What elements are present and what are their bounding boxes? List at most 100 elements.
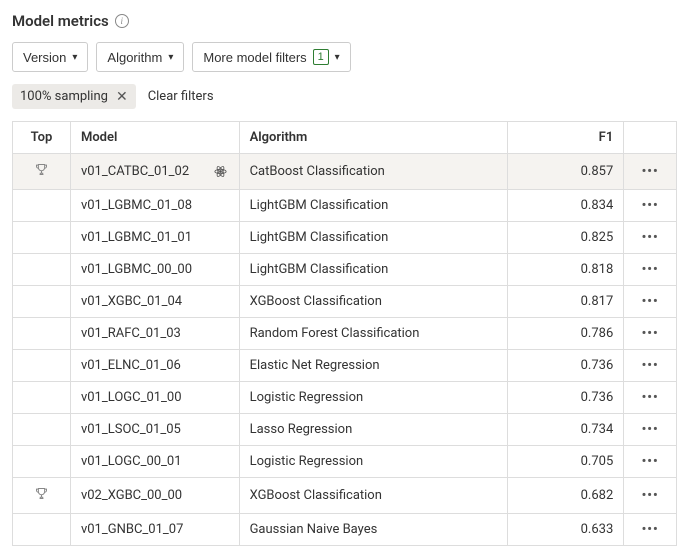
cell-f1: 0.825 — [508, 222, 624, 254]
cell-top — [13, 478, 71, 514]
cell-f1: 0.857 — [508, 154, 624, 190]
cell-algorithm: Lasso Regression — [239, 414, 508, 446]
more-filters-count-badge: 1 — [313, 49, 329, 65]
more-actions-icon[interactable]: ••• — [642, 230, 659, 245]
cell-f1: 0.734 — [508, 414, 624, 446]
cell-f1: 0.705 — [508, 446, 624, 478]
more-actions-icon[interactable]: ••• — [642, 294, 659, 309]
cell-model[interactable]: v01_CATBC_01_02 — [70, 154, 239, 190]
cell-algorithm: LightGBM Classification — [239, 190, 508, 222]
sampling-chip[interactable]: 100% sampling ✕ — [12, 84, 136, 109]
cell-actions: ••• — [624, 414, 677, 446]
more-actions-icon[interactable]: ••• — [642, 358, 659, 373]
cell-f1: 0.786 — [508, 318, 624, 350]
model-name: v01_XGBC_01_04 — [81, 294, 182, 309]
cell-f1: 0.736 — [508, 350, 624, 382]
table-row[interactable]: v01_ELNC_01_06Elastic Net Regression0.73… — [13, 350, 677, 382]
cell-top — [13, 382, 71, 414]
col-header-model[interactable]: Model — [70, 122, 239, 154]
cell-model[interactable]: v01_ELNC_01_06 — [70, 350, 239, 382]
page-title: Model metrics — [12, 12, 109, 30]
more-actions-icon[interactable]: ••• — [642, 198, 659, 213]
info-icon[interactable]: i — [115, 14, 129, 28]
cell-top — [13, 222, 71, 254]
more-actions-icon[interactable]: ••• — [642, 422, 659, 437]
model-name: v01_ELNC_01_06 — [81, 358, 181, 373]
cell-algorithm: CatBoost Classification — [239, 154, 508, 190]
more-filters-label: More model filters — [203, 50, 306, 65]
table-row[interactable]: v01_LGBMC_01_08LightGBM Classification0.… — [13, 190, 677, 222]
cell-algorithm: Logistic Regression — [239, 446, 508, 478]
model-name: v01_CATBC_01_02 — [81, 164, 189, 179]
table-row[interactable]: v02_XGBC_00_00 XGBoost Classification0.68… — [13, 478, 677, 514]
table-row[interactable]: v01_XGBC_01_04XGBoost Classification0.81… — [13, 286, 677, 318]
table-row[interactable]: v01_LGBMC_01_01LightGBM Classification0.… — [13, 222, 677, 254]
cell-top — [13, 514, 71, 546]
cell-model[interactable]: v01_LGBMC_01_01 — [70, 222, 239, 254]
table-row[interactable]: v01_CATBC_01_02 CatBoost Classification0.… — [13, 154, 677, 190]
col-header-algorithm[interactable]: Algorithm — [239, 122, 508, 154]
algorithm-filter-button[interactable]: Algorithm ▾ — [96, 42, 184, 72]
col-header-f1[interactable]: F1 — [508, 122, 624, 154]
table-row[interactable]: v01_LOGC_00_01 Logistic Regression0.705 ••… — [13, 446, 677, 478]
more-filters-button[interactable]: More model filters 1 ▾ — [192, 42, 350, 72]
cell-algorithm: LightGBM Classification — [239, 222, 508, 254]
cell-algorithm: XGBoost Classification — [239, 478, 508, 514]
cell-actions: ••• — [624, 478, 677, 514]
col-header-actions — [624, 122, 677, 154]
more-actions-icon[interactable]: ••• — [642, 262, 659, 277]
cell-model[interactable]: v01_LOGC_00_01 — [70, 446, 239, 478]
table-row[interactable]: v01_RAFC_01_03Random Forest Classificati… — [13, 318, 677, 350]
cell-actions: ••• — [624, 286, 677, 318]
cell-f1: 0.818 — [508, 254, 624, 286]
table-row[interactable]: v01_LOGC_01_00Logistic Regression0.736••… — [13, 382, 677, 414]
cell-model[interactable]: v01_XGBC_01_04 — [70, 286, 239, 318]
cell-model[interactable]: v01_LOGC_01_00 — [70, 382, 239, 414]
cell-actions: ••• — [624, 514, 677, 546]
cell-top — [13, 318, 71, 350]
more-actions-icon[interactable]: ••• — [642, 164, 659, 179]
cell-actions: ••• — [624, 446, 677, 478]
chevron-down-icon: ▾ — [168, 52, 173, 63]
cell-actions: ••• — [624, 190, 677, 222]
model-name: v01_LOGC_00_01 — [81, 454, 182, 469]
more-actions-icon[interactable]: ••• — [642, 390, 659, 405]
atom-icon[interactable] — [213, 164, 229, 180]
cell-top — [13, 286, 71, 318]
more-actions-icon[interactable]: ••• — [642, 454, 659, 469]
cell-algorithm: Random Forest Classification — [239, 318, 508, 350]
cell-top — [13, 190, 71, 222]
model-name: v01_GNBC_01_07 — [81, 522, 183, 537]
col-header-top[interactable]: Top — [13, 122, 71, 154]
more-actions-icon[interactable]: ••• — [642, 326, 659, 341]
table-row[interactable]: v01_GNBC_01_07 Gaussian Naive Bayes0.633 •… — [13, 514, 677, 546]
cell-f1: 0.682 — [508, 478, 624, 514]
cell-top — [13, 414, 71, 446]
model-name: v01_LGBMC_01_08 — [81, 198, 192, 213]
clear-filters-link[interactable]: Clear filters — [148, 89, 214, 104]
cell-model[interactable]: v01_LGBMC_01_08 — [70, 190, 239, 222]
sampling-chip-label: 100% sampling — [20, 89, 108, 104]
model-name: v01_LGBMC_00_00 — [81, 262, 192, 277]
cell-model[interactable]: v01_LGBMC_00_00 — [70, 254, 239, 286]
cell-actions: ••• — [624, 254, 677, 286]
cell-model[interactable]: v01_LSOC_01_05 — [70, 414, 239, 446]
cell-top — [13, 154, 71, 190]
cell-actions: ••• — [624, 318, 677, 350]
trophy-icon — [34, 489, 49, 505]
cell-actions: ••• — [624, 222, 677, 254]
cell-top — [13, 446, 71, 478]
cell-model[interactable]: v02_XGBC_00_00 — [70, 478, 239, 514]
cell-f1: 0.633 — [508, 514, 624, 546]
cell-model[interactable]: v01_RAFC_01_03 — [70, 318, 239, 350]
more-actions-icon[interactable]: ••• — [642, 488, 659, 503]
cell-top — [13, 350, 71, 382]
table-row[interactable]: v01_LSOC_01_05Lasso Regression0.734 ••• — [13, 414, 677, 446]
version-filter-button[interactable]: Version ▾ — [12, 42, 88, 72]
cell-model[interactable]: v01_GNBC_01_07 — [70, 514, 239, 546]
close-icon[interactable]: ✕ — [116, 90, 128, 104]
model-name: v02_XGBC_00_00 — [81, 488, 182, 503]
table-row[interactable]: v01_LGBMC_00_00LightGBM Classification0.… — [13, 254, 677, 286]
more-actions-icon[interactable]: ••• — [642, 522, 659, 537]
cell-algorithm: Gaussian Naive Bayes — [239, 514, 508, 546]
